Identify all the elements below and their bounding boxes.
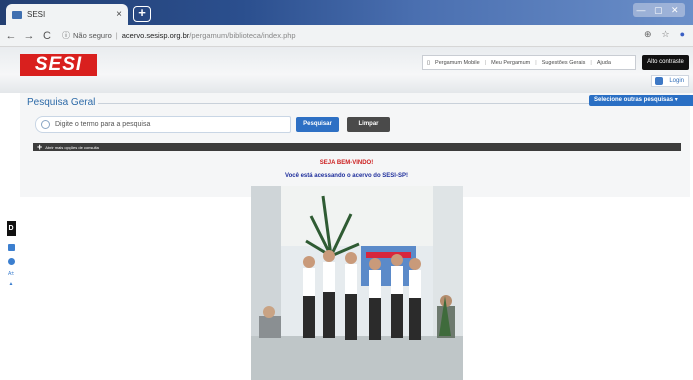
welcome-heading: SEJA BEM-VINDO! <box>319 160 374 166</box>
plus-icon: + <box>37 142 43 152</box>
menu-item-ajuda[interactable]: Ajuda <box>597 60 611 66</box>
forward-arrow-icon[interactable]: → <box>22 30 36 42</box>
page-content: SESI ▯ Pergamum Mobile | Meu Pergamum | … <box>0 47 693 380</box>
browser-tab-bar: SESI × + — ▢ ✕ <box>0 0 693 25</box>
extension-icon[interactable]: ● <box>680 29 685 40</box>
window-controls[interactable]: — ▢ ✕ <box>633 3 685 17</box>
welcome-subtitle: Você está acessando o acervo do SESI-SP! <box>285 173 408 179</box>
up-arrow-icon[interactable]: ▲ <box>9 281 14 287</box>
menu-item-sugestoes[interactable]: Sugestões Gerais <box>542 60 586 66</box>
search-icon <box>41 120 50 129</box>
zoom-icon[interactable]: ⊕ <box>644 29 652 40</box>
login-icon <box>655 77 663 85</box>
url-path: /pergamum/biblioteca/index.php <box>189 31 296 40</box>
top-menu: ▯ Pergamum Mobile | Meu Pergamum | Suges… <box>422 55 636 70</box>
url-separator: | <box>115 31 118 40</box>
header-banner: SESI ▯ Pergamum Mobile | Meu Pergamum | … <box>0 47 693 93</box>
menu-divider: | <box>484 59 487 66</box>
search-panel-title: Pesquisa Geral <box>27 97 96 108</box>
select-other-searches-dropdown[interactable]: Selecione outras pesquisas ▾ <box>589 95 693 106</box>
sesi-logo[interactable]: SESI <box>20 54 97 76</box>
library-icon[interactable] <box>7 244 15 251</box>
welcome-photo <box>251 186 463 380</box>
menu-divider: | <box>590 59 592 66</box>
address-bar: ← → C ⓘ Não seguro | acervo.sesisp.org.b… <box>0 25 693 47</box>
login-label: Login <box>669 78 684 84</box>
menu-item-pergamum-mobile[interactable]: Pergamum Mobile <box>435 60 480 66</box>
accessibility-d-button[interactable]: D <box>6 221 16 236</box>
search-panel: Pesquisa Geral Selecione outras pesquisa… <box>20 93 693 197</box>
browser-tab[interactable]: SESI × <box>6 4 128 25</box>
clear-button[interactable]: Limpar <box>347 117 390 132</box>
search-placeholder: Digite o termo para a pesquisa <box>55 121 151 128</box>
chevron-down-icon: ▾ <box>674 97 678 103</box>
select-other-label: Selecione outras pesquisas <box>594 97 674 103</box>
login-button[interactable]: Login <box>651 75 689 87</box>
high-contrast-button[interactable]: Alto contraste <box>642 55 689 70</box>
info-icon[interactable]: ⓘ <box>62 30 70 41</box>
person-icon[interactable] <box>7 258 15 265</box>
search-button[interactable]: Pesquisar <box>296 117 339 132</box>
mobile-icon: ▯ <box>427 59 431 66</box>
tab-title: SESI <box>27 10 46 19</box>
more-options-bar[interactable]: + Abrir mais opções de consulta <box>33 142 681 152</box>
menu-divider: | <box>535 59 537 66</box>
new-tab-button[interactable]: + <box>133 6 151 22</box>
reload-icon[interactable]: C <box>40 30 54 42</box>
url-omnibox[interactable]: ⓘ Não seguro | acervo.sesisp.org.br /per… <box>62 28 622 43</box>
menu-item-meu-pergamum[interactable]: Meu Pergamum <box>491 60 530 66</box>
more-options-label: Abrir mais opções de consulta <box>45 144 99 150</box>
tab-close-icon[interactable]: × <box>116 9 122 20</box>
security-label: Não seguro <box>73 31 112 40</box>
text-size-button[interactable]: A± <box>8 271 14 277</box>
favicon-icon <box>12 10 22 19</box>
panel-divider <box>98 103 608 104</box>
accessibility-bar: D A± ▲ <box>6 221 16 289</box>
search-input[interactable]: Digite o termo para a pesquisa <box>35 116 291 133</box>
star-icon[interactable]: ☆ <box>661 29 669 40</box>
url-host: acervo.sesisp.org.br <box>121 31 190 40</box>
back-arrow-icon[interactable]: ← <box>4 30 18 42</box>
